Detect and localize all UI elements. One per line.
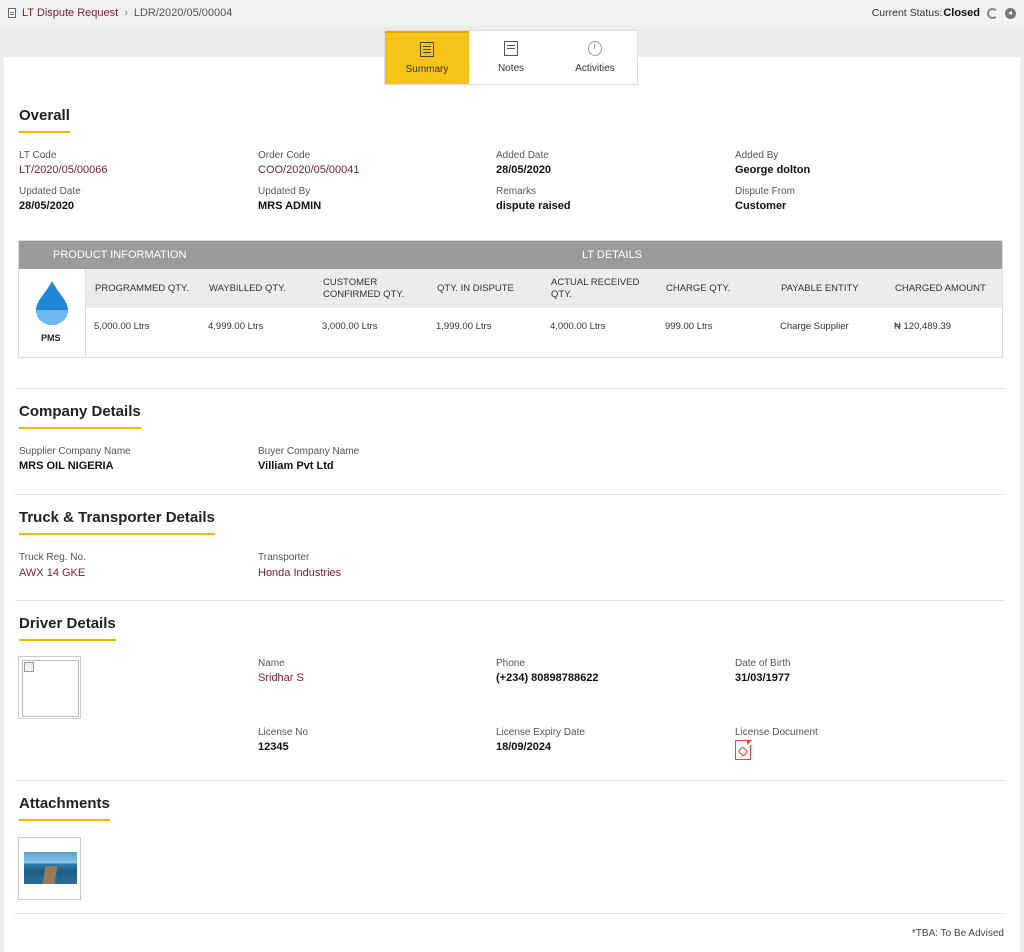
overall-title: Overall xyxy=(19,107,70,133)
added-by-value: George dolton xyxy=(735,164,811,176)
company-details-title: Company Details xyxy=(19,403,141,429)
transporter-label: Transporter xyxy=(258,552,310,563)
broken-image-icon xyxy=(24,662,34,672)
supplier-company-label: Supplier Company Name xyxy=(19,446,131,457)
driver-name-link[interactable]: Sridhar S xyxy=(258,672,304,684)
dispute-from-label: Dispute From xyxy=(735,186,796,197)
refresh-icon[interactable] xyxy=(987,7,998,19)
driver-details-title: Driver Details xyxy=(19,615,116,641)
updated-by-value: MRS ADMIN xyxy=(258,200,322,212)
remarks-label: Remarks xyxy=(496,186,537,197)
tab-summary[interactable]: Summary xyxy=(385,31,469,84)
col-waybilled-qty: WAYBILLED QTY. xyxy=(209,283,286,294)
driver-phone-label: Phone xyxy=(496,658,525,669)
driver-dob-value: 31/03/1977 xyxy=(735,672,791,684)
license-document-label: License Document xyxy=(735,727,818,738)
document-icon xyxy=(8,8,16,18)
cell-customer-confirmed-qty: 3,000.00 Ltrs xyxy=(322,321,378,332)
truck-reg-label: Truck Reg. No. xyxy=(19,552,86,563)
breadcrumb-parent-link[interactable]: LT Dispute Request xyxy=(22,7,118,19)
truck-reg-link[interactable]: AWX 14 GKE xyxy=(19,567,85,579)
table-group-header: PRODUCT INFORMATION LT DETAILS xyxy=(19,241,1002,269)
supplier-company-value: MRS OIL NIGERIA xyxy=(19,460,114,472)
summary-icon xyxy=(420,42,434,57)
col-charged-amount: CHARGED AMOUNT xyxy=(895,283,986,294)
attachment-thumbnail[interactable] xyxy=(18,837,81,900)
license-no-label: License No xyxy=(258,727,309,738)
footnote: *TBA: To Be Advised xyxy=(911,928,1004,939)
product-name: PMS xyxy=(41,333,61,343)
order-code-label: Order Code xyxy=(258,150,311,161)
added-date-label: Added Date xyxy=(496,150,549,161)
section-divider xyxy=(15,600,1005,601)
breadcrumb-current: LDR/2020/05/00004 xyxy=(133,7,233,19)
col-actual-received-qty: ACTUAL RECEIVED QTY. xyxy=(551,277,640,300)
driver-phone-value: (+234) 80898788622 xyxy=(496,672,599,684)
order-code-link[interactable]: COO/2020/05/00041 xyxy=(258,164,360,176)
product-cell: PMS xyxy=(19,269,85,357)
notes-icon xyxy=(504,41,518,56)
license-expiry-value: 18/09/2024 xyxy=(496,741,552,753)
cell-programmed-qty: 5,000.00 Ltrs xyxy=(94,321,150,332)
cell-charge-qty: 999.00 Ltrs xyxy=(665,321,713,332)
buyer-company-label: Buyer Company Name xyxy=(258,446,360,457)
col-programmed-qty: PROGRAMMED QTY. xyxy=(95,283,189,294)
updated-date-label: Updated Date xyxy=(19,186,81,197)
fuel-drop-icon xyxy=(36,281,68,325)
transporter-link[interactable]: Honda Industries xyxy=(258,567,341,579)
dispute-from-value: Customer xyxy=(735,200,787,212)
col-charge-qty: CHARGE QTY. xyxy=(666,283,731,294)
cell-waybilled-qty: 4,999.00 Ltrs xyxy=(208,321,264,332)
tab-notes-label: Notes xyxy=(497,63,525,74)
activities-icon xyxy=(588,41,602,56)
pdf-icon[interactable] xyxy=(735,739,752,760)
section-divider xyxy=(15,494,1005,495)
truck-details-title: Truck & Transporter Details xyxy=(19,509,215,535)
status-label: Current Status: xyxy=(871,7,943,19)
driver-name-label: Name xyxy=(258,658,285,669)
lt-details-header: LT DETAILS xyxy=(582,249,642,261)
cell-actual-received-qty: 4,000.00 Ltrs xyxy=(550,321,606,332)
breadcrumb: LT Dispute Request › LDR/2020/05/00004 xyxy=(8,7,232,19)
section-divider xyxy=(15,913,1005,914)
added-by-label: Added By xyxy=(735,150,779,161)
section-divider xyxy=(15,780,1005,781)
updated-by-label: Updated By xyxy=(258,186,311,197)
section-divider xyxy=(15,388,1005,389)
product-info-header: PRODUCT INFORMATION xyxy=(53,249,187,261)
cell-charged-amount: ₦ 120,489.39 xyxy=(894,321,952,332)
status-area: Current Status: Closed xyxy=(872,7,1016,19)
col-qty-in-dispute: QTY. IN DISPUTE xyxy=(437,283,514,294)
tab-activities-label: Activities xyxy=(575,63,615,74)
product-table: PRODUCT INFORMATION LT DETAILS PMS PROGR… xyxy=(18,240,1003,358)
tab-summary-label: Summary xyxy=(405,64,449,75)
added-date-value: 28/05/2020 xyxy=(496,164,552,176)
cell-qty-in-dispute: 1,999.00 Ltrs xyxy=(436,321,492,332)
lt-code-label: LT Code xyxy=(19,150,57,161)
remarks-value: dispute raised xyxy=(496,200,571,212)
tab-notes[interactable]: Notes xyxy=(469,31,553,84)
tab-activities[interactable]: Activities xyxy=(553,31,637,84)
back-icon[interactable] xyxy=(1005,7,1016,19)
license-expiry-label: License Expiry Date xyxy=(496,727,585,738)
buyer-company-value: Villiam Pvt Ltd xyxy=(258,460,334,472)
driver-dob-label: Date of Birth xyxy=(735,658,791,669)
breadcrumb-separator-icon: › xyxy=(124,7,128,19)
status-value: Closed xyxy=(943,7,980,19)
attachment-image xyxy=(24,852,77,884)
attachments-title: Attachments xyxy=(19,795,110,821)
driver-photo xyxy=(18,656,81,719)
col-customer-confirmed-qty: CUSTOMER CONFIRMED QTY. xyxy=(323,277,405,300)
lt-code-link[interactable]: LT/2020/05/00066 xyxy=(19,164,107,176)
top-bar: LT Dispute Request › LDR/2020/05/00004 C… xyxy=(0,0,1024,26)
updated-date-value: 28/05/2020 xyxy=(19,200,75,212)
column-header-row: PROGRAMMED QTY. WAYBILLED QTY. CUSTOMER … xyxy=(85,269,1002,308)
tab-bar: Summary Notes Activities xyxy=(384,30,638,85)
cell-payable-entity: Charge Supplier xyxy=(780,321,849,332)
col-payable-entity: PAYABLE ENTITY xyxy=(781,283,859,294)
license-no-value: 12345 xyxy=(258,741,289,753)
